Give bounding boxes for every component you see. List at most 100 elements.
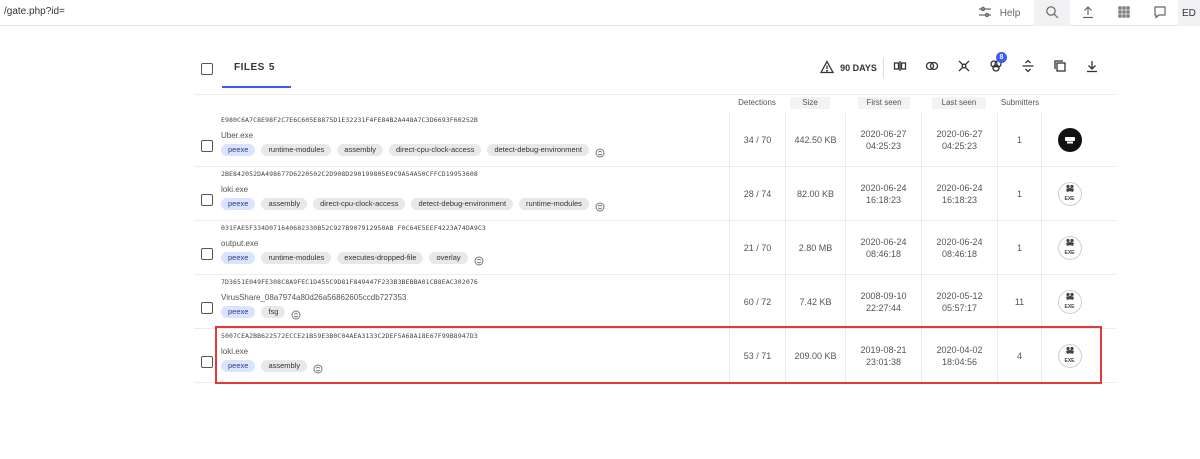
tag-chip[interactable]: runtime-modules — [261, 144, 332, 156]
row-checkbox[interactable] — [201, 302, 213, 314]
file-type-badge[interactable]: EXE — [1057, 182, 1082, 206]
tag-chip[interactable]: peexe — [221, 306, 256, 318]
last-seen-time: 05:57:17 — [941, 303, 978, 313]
file-row[interactable]: 7D3651E049FE308C8A9FEC1D455C9D81F849447F… — [194, 275, 1116, 329]
row-checkbox[interactable] — [201, 356, 213, 368]
detections-cell: 28 / 74 — [729, 167, 785, 221]
last-seen-time: 18:04:56 — [941, 357, 978, 367]
tag-chip[interactable]: runtime-modules — [261, 252, 332, 264]
file-hash-link[interactable]: 7D3651E049FE308C8A9FEC1D455C9D81F849447F… — [221, 278, 478, 286]
more-tags-icon[interactable] — [595, 145, 605, 158]
file-row[interactable]: 2BE842052DA498677D6220502C2D908D29019980… — [194, 167, 1116, 221]
size-value: 82.00 KB — [796, 189, 835, 199]
column-last-seen[interactable]: Last seen — [932, 97, 986, 109]
column-first-seen[interactable]: First seen — [858, 97, 910, 109]
last-seen-time: 16:18:23 — [941, 195, 978, 205]
first-seen-time: 16:18:23 — [865, 195, 902, 205]
user-avatar[interactable]: ED — [1178, 0, 1200, 26]
file-hash-link[interactable]: 031FAE5F334D071640682330B52C927B90791295… — [221, 224, 486, 232]
tag-chip[interactable]: assembly — [261, 198, 308, 210]
row-checkbox[interactable] — [201, 248, 213, 260]
submitters-cell: 11 — [997, 275, 1041, 329]
size-value: 7.42 KB — [799, 297, 832, 307]
tag-chip[interactable]: runtime-modules — [519, 198, 589, 210]
file-name: VirusShare_08a7974a80d26a56862605ccdb727… — [221, 293, 407, 302]
tag-chip[interactable]: peexe — [221, 360, 256, 372]
tag-chip[interactable]: direct-cpu-clock-access — [388, 144, 482, 156]
tag-chip[interactable]: assembly — [337, 144, 383, 156]
first-seen-date: 2020-06-24 — [860, 237, 907, 247]
copy-icon — [1053, 59, 1067, 78]
tag-chip[interactable]: executes-dropped-file — [337, 252, 424, 264]
similar-button[interactable]: 8 — [980, 52, 1012, 78]
file-type-badge[interactable]: EXE — [1057, 344, 1082, 368]
file-type-cell — [1041, 113, 1097, 167]
tag-chip[interactable]: peexe — [221, 144, 256, 156]
file-type-badge[interactable]: EXE — [1057, 236, 1082, 260]
chat-button[interactable] — [1142, 0, 1178, 26]
size-cell: 82.00 KB — [785, 167, 845, 221]
files-count: 5 — [268, 62, 275, 73]
tag-chip[interactable]: peexe — [221, 252, 256, 264]
apps-button[interactable] — [1106, 0, 1142, 26]
file-name: Uber.exe — [221, 131, 254, 140]
tag-list: peexe runtime-modules assembly direct-cpu-c… — [221, 144, 605, 158]
tag-chip[interactable]: peexe — [221, 198, 256, 210]
submitters-cell: 4 — [997, 329, 1041, 383]
file-hash-link[interactable]: 2BE842052DA498677D6220502C2D908D29019980… — [221, 170, 478, 178]
file-hash-link[interactable]: E980C6A7C8E98F2C7E6C605E8875D1E32231F4FE… — [221, 116, 478, 124]
tab-files[interactable]: FILES 5 — [234, 62, 275, 73]
first-seen-date: 2019-08-21 — [860, 345, 907, 355]
row-checkbox[interactable] — [201, 140, 213, 152]
filter-icon — [978, 5, 992, 22]
time-range-label: 90 DAYS — [840, 63, 877, 73]
overlap-button[interactable] — [916, 58, 948, 78]
file-row[interactable]: 5007CEA2BB622572ECCE21B59E3B0C04AEA3133C… — [194, 329, 1116, 383]
time-range-button[interactable]: 90 DAYS — [814, 58, 884, 78]
more-tags-icon[interactable] — [291, 307, 301, 320]
tag-chip[interactable]: direct-cpu-clock-access — [313, 198, 406, 210]
compare-button[interactable] — [884, 58, 916, 78]
file-row[interactable]: 031FAE5F334D071640682330B52C927B90791295… — [194, 221, 1116, 275]
copy-button[interactable] — [1044, 58, 1076, 78]
help-button[interactable]: Help — [964, 0, 1034, 26]
file-type-badge[interactable] — [1057, 128, 1082, 152]
file-name: loki.exe — [221, 185, 249, 194]
graph-button[interactable] — [948, 58, 980, 78]
detections-cell: 21 / 70 — [729, 221, 785, 275]
files-toolbar: 90 DAYS 8 — [814, 52, 1108, 78]
search-button[interactable] — [1034, 0, 1070, 26]
file-hash-link[interactable]: 5007CEA2BB622572ECCE21B59E3B0C04AEA3133C… — [221, 332, 478, 340]
select-all-checkbox[interactable] — [201, 63, 213, 75]
tag-chip[interactable]: detect-debug-environment — [487, 144, 589, 156]
tag-chip[interactable]: assembly — [261, 360, 308, 372]
last-seen-cell: 2020-06-27 04:25:23 — [921, 113, 997, 167]
tag-chip[interactable]: fsg — [261, 306, 286, 318]
column-detections[interactable]: Detections — [730, 97, 784, 109]
overlap-icon — [925, 59, 939, 78]
row-checkbox[interactable] — [201, 194, 213, 206]
tag-list: peexe assembly — [221, 360, 323, 374]
file-row[interactable]: E980C6A7C8E98F2C7E6C605E8875D1E32231F4FE… — [194, 113, 1116, 167]
upload-button[interactable] — [1070, 0, 1106, 26]
custom-file-icon — [1064, 135, 1076, 145]
last-seen-date: 2020-04-02 — [936, 345, 983, 355]
file-type-badge[interactable]: EXE — [1057, 290, 1082, 314]
top-actions: Help ED — [964, 0, 1200, 26]
size-value: 442.50 KB — [794, 135, 837, 145]
first-seen-date: 2008-09-10 — [860, 291, 907, 301]
more-tags-icon[interactable] — [595, 199, 605, 212]
more-tags-icon[interactable] — [474, 253, 484, 266]
filter-button[interactable] — [1012, 58, 1044, 78]
files-panel: FILES 5 90 DAYS 8 Detections Size First … — [194, 50, 1116, 383]
search-query-text[interactable]: /gate.php?id= — [4, 6, 65, 17]
more-tags-icon[interactable] — [313, 361, 323, 374]
active-tab-indicator — [222, 86, 291, 88]
download-button[interactable] — [1076, 58, 1108, 78]
column-size[interactable]: Size — [790, 97, 830, 109]
tag-chip[interactable]: detect-debug-environment — [411, 198, 514, 210]
tag-chip[interactable]: overlay — [429, 252, 468, 264]
submitters-cell: 1 — [997, 113, 1041, 167]
column-submitters[interactable]: Submitters — [998, 97, 1042, 109]
file-type-cell: EXE — [1041, 329, 1097, 383]
